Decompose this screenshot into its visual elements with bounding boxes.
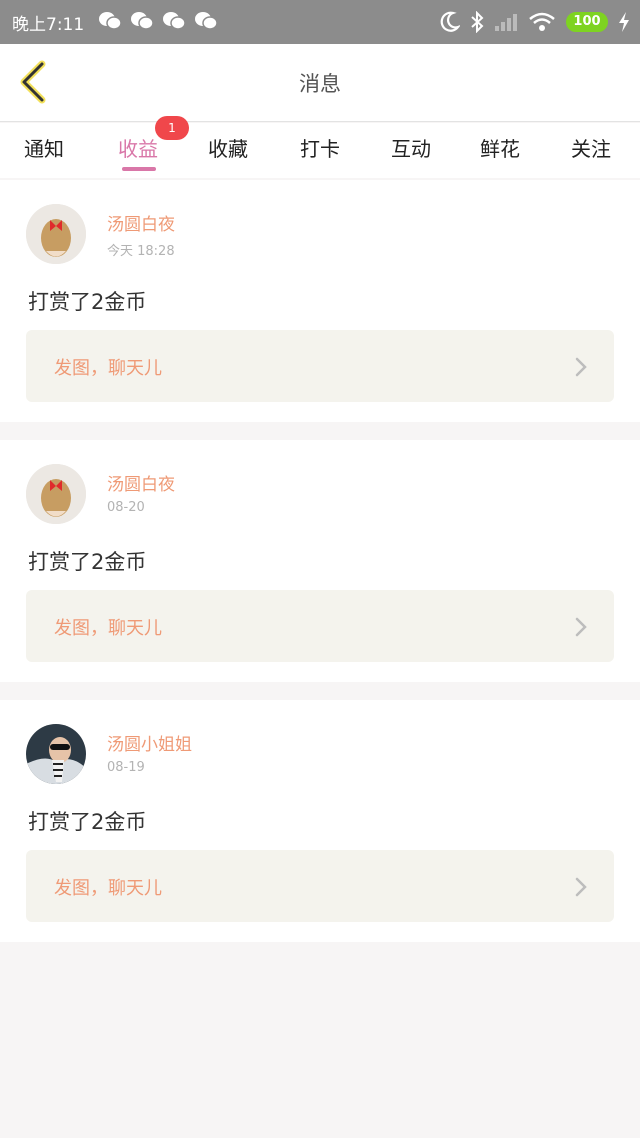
message-time: 08-19 xyxy=(107,760,145,775)
status-time: 晚上7:11 xyxy=(12,15,85,35)
avatar[interactable] xyxy=(26,204,86,264)
status-indicators: 100 xyxy=(440,9,630,35)
avatar[interactable] xyxy=(26,724,86,784)
wifi-icon xyxy=(529,12,555,31)
author-name[interactable]: 汤圆白夜 xyxy=(107,210,175,235)
navigation-bar: 消息 xyxy=(0,44,640,122)
signal-icon xyxy=(495,14,517,31)
tab-interactions[interactable]: 互动 xyxy=(391,133,431,162)
reply-label: 发图，聊天儿 xyxy=(54,618,162,639)
tab-checkin[interactable]: 打卡 xyxy=(300,133,340,162)
reply-label: 发图，聊天儿 xyxy=(54,878,162,899)
charging-icon xyxy=(619,12,629,32)
avatar-image xyxy=(26,464,86,524)
status-bar: 晚上7:11 100 xyxy=(0,0,640,44)
chevron-right-icon xyxy=(575,357,587,377)
message-card: 汤圆白夜 今天 18:28 打赏了2金币 发图，聊天儿 xyxy=(0,180,640,422)
battery-indicator: 100 xyxy=(566,12,608,32)
avatar-image xyxy=(26,204,86,264)
wechat-notification-icon xyxy=(163,12,186,30)
reply-button[interactable]: 发图，聊天儿 xyxy=(26,330,614,402)
wechat-notification-icon xyxy=(131,12,154,30)
reply-label: 发图，聊天儿 xyxy=(54,358,162,379)
message-card: 汤圆小姐姐 08-19 打赏了2金币 发图，聊天儿 xyxy=(0,700,640,942)
message-text: 打赏了2金币 xyxy=(28,810,147,834)
reply-button[interactable]: 发图，聊天儿 xyxy=(26,850,614,922)
wechat-notification-icon xyxy=(195,12,218,30)
chevron-right-icon xyxy=(575,877,587,897)
reply-button[interactable]: 发图，聊天儿 xyxy=(26,590,614,662)
wechat-notification-icon xyxy=(99,12,122,30)
tab-earnings[interactable]: 收益 xyxy=(118,133,158,162)
message-text: 打赏了2金币 xyxy=(28,550,147,574)
message-card: 汤圆白夜 08-20 打赏了2金币 发图，聊天儿 xyxy=(0,440,640,682)
tab-favorites[interactable]: 收藏 xyxy=(208,133,248,162)
avatar-image xyxy=(26,724,86,784)
chevron-right-icon xyxy=(575,617,587,637)
author-name[interactable]: 汤圆小姐姐 xyxy=(107,730,192,755)
message-time: 08-20 xyxy=(107,500,145,515)
moon-icon xyxy=(440,11,460,32)
bluetooth-icon xyxy=(471,11,484,33)
message-text: 打赏了2金币 xyxy=(28,290,147,314)
tab-notifications[interactable]: 通知 xyxy=(24,133,64,162)
message-time: 今天 18:28 xyxy=(107,244,175,259)
active-tab-indicator xyxy=(122,167,156,171)
author-name[interactable]: 汤圆白夜 xyxy=(107,470,175,495)
tab-following[interactable]: 关注 xyxy=(571,133,611,162)
page-title: 消息 xyxy=(299,72,341,96)
tab-flowers[interactable]: 鲜花 xyxy=(480,133,520,162)
unread-badge: 1 xyxy=(155,116,189,140)
tab-bar: 通知 收益 1 收藏 打卡 互动 鲜花 关注 xyxy=(0,116,640,178)
avatar[interactable] xyxy=(26,464,86,524)
